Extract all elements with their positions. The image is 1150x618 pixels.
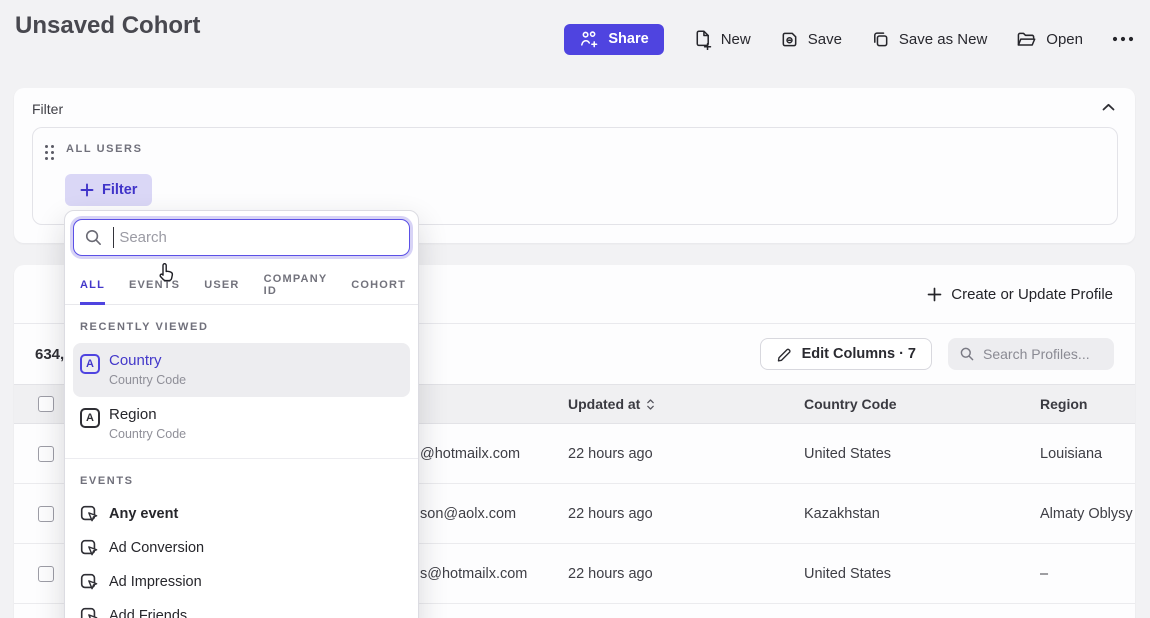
copy-icon [871,30,890,49]
section-label-recently-viewed: RECENTLY VIEWED [80,321,418,333]
app-window: Unsaved Cohort Share New [0,0,1150,618]
event-cursor-icon [80,607,99,618]
column-header-updated-at[interactable]: Updated at [568,396,655,412]
save-as-new-label: Save as New [899,31,987,48]
section-label-events: EVENTS [80,475,418,487]
add-filter-button[interactable]: Filter [65,174,152,206]
filter-property-dropdown: ALL EVENTS USER COMPANY ID COHORT RECENT… [64,210,419,618]
folder-open-icon [1016,30,1037,49]
create-or-update-profile-label: Create or Update Profile [951,286,1113,303]
text-caret [113,227,114,248]
row-checkbox[interactable] [38,566,54,582]
event-cursor-icon [80,573,99,592]
dropdown-tabs: ALL EVENTS USER COMPANY ID COHORT [65,264,418,305]
search-icon [84,228,103,247]
share-label: Share [608,31,648,47]
edit-columns-button[interactable]: Edit Columns · 7 [760,338,932,370]
event-label: Ad Impression [109,574,202,590]
letter-a-property-icon: A [80,408,100,428]
dropdown-search-input[interactable] [119,229,399,246]
chevron-up-icon [1102,103,1115,112]
updated-cell: 22 hours ago [568,446,653,462]
new-button[interactable]: New [693,29,751,50]
tab-user[interactable]: USER [204,264,239,305]
more-options-button[interactable] [1112,36,1134,42]
country-cell: United States [804,566,891,582]
page-title: Unsaved Cohort [15,12,200,40]
filter-panel-title: Filter [32,101,63,117]
filter-group-label: ALL USERS [66,143,143,155]
country-cell: Kazakhstan [804,506,880,522]
list-item-country[interactable]: A Country Country Code [73,343,410,397]
add-filter-label: Filter [102,182,137,198]
open-label: Open [1046,31,1083,48]
item-title: Region [109,406,186,423]
row-checkbox[interactable] [38,506,54,522]
collapse-filter-button[interactable] [1098,99,1119,116]
region-cell: Louisiana [1040,446,1102,462]
event-label: Any event [109,506,178,522]
email-cell: s@hotmailx.com [420,566,527,582]
list-item-region[interactable]: A Region Country Code [73,397,410,451]
ellipsis-icon [1112,36,1134,42]
row-checkbox[interactable] [38,446,54,462]
share-button[interactable]: Share [564,24,663,55]
event-label: Add Friends [109,608,187,618]
event-cursor-icon [80,505,99,524]
pencil-icon [776,346,793,363]
list-item-any-event[interactable]: Any event [65,497,418,531]
column-header-country-code[interactable]: Country Code [804,396,897,412]
plus-icon [80,183,94,197]
dropdown-search-box[interactable] [73,219,410,256]
list-item-add-friends[interactable]: Add Friends [65,599,418,618]
save-button[interactable]: Save [780,30,842,49]
country-cell: United States [804,446,891,462]
region-cell: – [1040,566,1048,582]
list-item-ad-conversion[interactable]: Ad Conversion [65,531,418,565]
tab-company-id[interactable]: COMPANY ID [264,264,328,305]
tab-all[interactable]: ALL [80,264,105,305]
item-subtitle: Country Code [109,427,186,441]
edit-columns-label: Edit Columns · 7 [802,346,916,362]
profiles-search-input[interactable] [983,346,1103,362]
event-label: Ad Conversion [109,540,204,556]
updated-cell: 22 hours ago [568,506,653,522]
new-label: New [721,31,751,48]
plus-icon [927,287,942,302]
column-header-region[interactable]: Region [1040,396,1087,412]
drag-handle-icon[interactable] [45,145,54,160]
list-item-ad-impression[interactable]: Ad Impression [65,565,418,599]
save-label: Save [808,31,842,48]
share-users-icon [579,30,599,48]
toolbar: Share New Save [564,22,1134,56]
email-cell: @hotmailx.com [420,446,520,462]
event-cursor-icon [80,539,99,558]
divider [65,458,418,459]
item-title: Country [109,352,186,369]
save-as-new-button[interactable]: Save as New [871,30,987,49]
search-icon [959,346,975,362]
letter-a-property-icon: A [80,354,100,374]
region-cell: Almaty Oblysy [1040,506,1133,522]
save-floppy-icon [780,30,799,49]
new-file-icon [693,29,712,50]
updated-cell: 22 hours ago [568,566,653,582]
create-or-update-profile-button[interactable]: Create or Update Profile [927,286,1113,303]
email-cell: son@aolx.com [420,506,516,522]
tab-events[interactable]: EVENTS [129,264,180,305]
profiles-search-box[interactable] [948,338,1114,370]
tab-cohort[interactable]: COHORT [351,264,406,305]
sort-icon [646,398,655,411]
open-button[interactable]: Open [1016,30,1083,49]
item-subtitle: Country Code [109,373,186,387]
select-all-checkbox[interactable] [38,396,54,412]
